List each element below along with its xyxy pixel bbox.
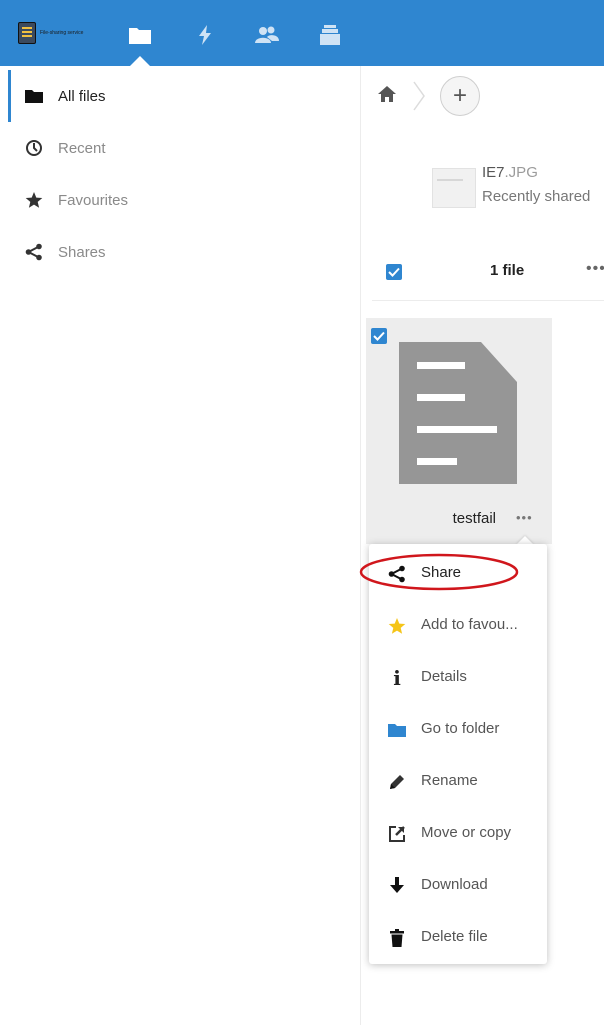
select-all-checkbox[interactable] bbox=[386, 264, 402, 280]
sidebar-item-shares[interactable]: Shares bbox=[0, 226, 360, 278]
menu-item-share[interactable]: Share bbox=[369, 548, 547, 600]
info-icon: i bbox=[393, 666, 401, 690]
menu-item-label: Details bbox=[421, 668, 467, 685]
deck-app-icon[interactable] bbox=[317, 24, 343, 46]
file-actions-menu: Share Add to favou... i Details Go to fo… bbox=[369, 544, 547, 964]
menu-item-add-to-favourites[interactable]: Add to favou... bbox=[369, 600, 547, 652]
recent-status: Recently shared bbox=[482, 188, 591, 205]
file-actions-button[interactable]: ••• bbox=[516, 510, 533, 525]
menu-item-delete-file[interactable]: Delete file bbox=[369, 912, 547, 964]
menu-item-details[interactable]: i Details bbox=[369, 652, 547, 704]
files-app-icon[interactable] bbox=[127, 24, 153, 46]
selected-count: 1 file bbox=[490, 262, 525, 279]
file-base-name: IE7 bbox=[482, 164, 505, 181]
clock-icon bbox=[24, 138, 44, 158]
menu-item-label: Add to favou... bbox=[421, 616, 518, 633]
selection-actions-button[interactable]: ••• bbox=[586, 260, 604, 278]
pencil-icon bbox=[387, 772, 407, 792]
contacts-app-icon[interactable] bbox=[254, 24, 280, 46]
recent-share-item[interactable]: IE7.JPG Recently shared bbox=[432, 164, 604, 208]
menu-item-download[interactable]: Download bbox=[369, 860, 547, 912]
top-header: File-sharing service bbox=[0, 0, 604, 66]
new-button[interactable]: + bbox=[440, 76, 480, 116]
share-icon bbox=[387, 564, 407, 584]
sidebar-item-favourites[interactable]: Favourites bbox=[0, 174, 360, 226]
selection-bar: 1 file ••• bbox=[372, 248, 604, 301]
active-app-indicator bbox=[130, 56, 150, 66]
folder-icon bbox=[387, 720, 407, 740]
sidebar-item-all-files[interactable]: All files bbox=[0, 70, 360, 122]
document-icon bbox=[399, 342, 517, 484]
logo-text: File-sharing service bbox=[40, 30, 84, 36]
file-checkbox[interactable] bbox=[371, 328, 387, 344]
logo-mark bbox=[18, 22, 36, 44]
menu-item-label: Move or copy bbox=[421, 824, 512, 841]
file-thumbnail bbox=[432, 168, 476, 208]
folder-icon bbox=[24, 86, 44, 106]
download-icon bbox=[387, 876, 407, 896]
star-icon bbox=[387, 616, 407, 636]
sidebar-item-recent[interactable]: Recent bbox=[0, 122, 360, 174]
menu-item-rename[interactable]: Rename bbox=[369, 756, 547, 808]
menu-item-label: Share bbox=[421, 564, 462, 581]
menu-item-label: Download bbox=[421, 876, 488, 893]
file-tile[interactable]: testfail ••• bbox=[366, 318, 552, 544]
logo[interactable]: File-sharing service bbox=[18, 22, 100, 44]
share-icon bbox=[24, 242, 44, 262]
activity-app-icon[interactable] bbox=[192, 24, 218, 46]
trash-icon bbox=[387, 928, 407, 948]
star-icon bbox=[24, 190, 44, 210]
menu-item-label: Rename bbox=[421, 772, 478, 789]
recent-file-name: IE7.JPG bbox=[482, 164, 538, 181]
sidebar-item-label: Shares bbox=[58, 243, 106, 261]
breadcrumb-separator bbox=[413, 81, 425, 111]
breadcrumb: + bbox=[372, 72, 604, 120]
external-link-icon bbox=[387, 824, 407, 844]
sidebar-item-label: Recent bbox=[58, 139, 106, 157]
menu-item-go-to-folder[interactable]: Go to folder bbox=[369, 704, 547, 756]
menu-item-move-or-copy[interactable]: Move or copy bbox=[369, 808, 547, 860]
sidebar-item-label: All files bbox=[58, 87, 106, 105]
check-icon bbox=[388, 267, 400, 277]
check-icon bbox=[373, 331, 385, 341]
sidebar-item-label: Favourites bbox=[58, 191, 129, 209]
menu-item-label: Go to folder bbox=[421, 720, 500, 737]
file-extension: .JPG bbox=[504, 164, 538, 181]
home-icon[interactable] bbox=[378, 86, 396, 107]
menu-item-label: Delete file bbox=[421, 928, 488, 945]
file-name[interactable]: testfail bbox=[366, 510, 496, 527]
sidebar: All files Recent Favourites Shares bbox=[0, 66, 361, 1025]
